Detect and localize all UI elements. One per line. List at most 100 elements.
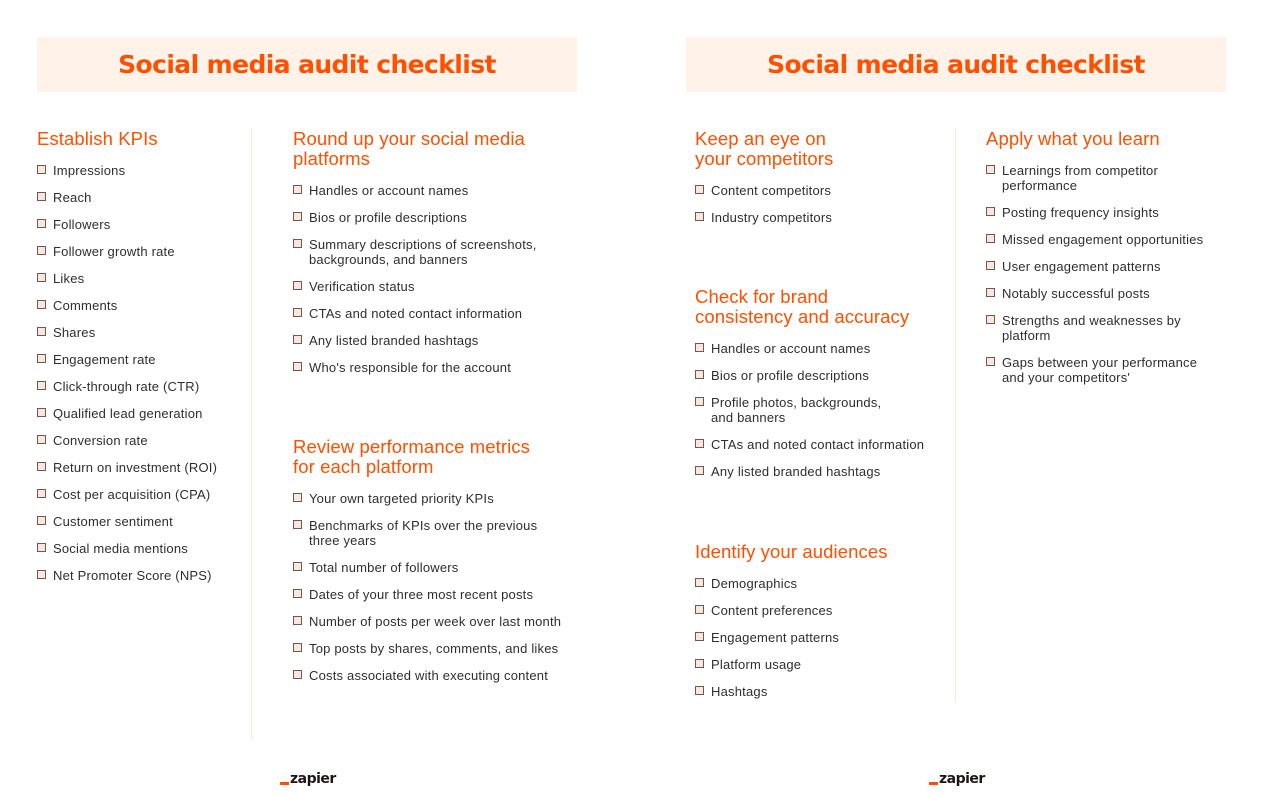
checkbox-icon[interactable] <box>37 327 46 336</box>
checklist-page-1: Social media audit checklist Establish K… <box>0 0 600 796</box>
checkbox-icon[interactable] <box>695 632 704 641</box>
title-banner: Social media audit checklist <box>686 37 1226 92</box>
checkbox-icon[interactable] <box>37 300 46 309</box>
checkbox-icon[interactable] <box>37 246 46 255</box>
logo-underscore-mark <box>280 782 289 785</box>
checklist-item: Top posts by shares, comments, and likes <box>293 641 583 656</box>
text-line: Qualified lead generation <box>53 406 203 421</box>
checkbox-icon[interactable] <box>695 605 704 614</box>
checkbox-icon[interactable] <box>986 234 995 243</box>
checkbox-icon[interactable] <box>293 520 302 529</box>
text-line: backgrounds, and banners <box>309 252 468 267</box>
checkbox-icon[interactable] <box>37 408 46 417</box>
text-line: Top posts by shares, comments, and likes <box>309 641 559 656</box>
checkbox-icon[interactable] <box>293 212 302 221</box>
checklist: Handles or account names Bios or profile … <box>293 183 583 375</box>
text-line: Number of posts per week over last month <box>309 614 562 629</box>
checkbox-icon[interactable] <box>37 381 46 390</box>
checkbox-icon[interactable] <box>37 192 46 201</box>
checklist-item: Follower growth rate <box>37 244 247 259</box>
checkbox-icon[interactable] <box>986 357 995 366</box>
section-establish-kpis: Establish KPIs Impressions Reach Followers F… <box>37 129 247 595</box>
text-line: Strengths and weaknesses by <box>1002 313 1181 328</box>
text-line: Check for brand <box>695 286 829 307</box>
checkbox-icon[interactable] <box>293 589 302 598</box>
checkbox-icon[interactable] <box>37 219 46 228</box>
checklist-item: Number of posts per week over last month <box>293 614 583 629</box>
checkbox-icon[interactable] <box>986 165 995 174</box>
text-line: CTAs and noted contact information <box>309 306 523 321</box>
checkbox-icon[interactable] <box>695 397 704 406</box>
checkbox-icon[interactable] <box>293 281 302 290</box>
checklist-item: Engagement rate <box>37 352 247 367</box>
text-line: Dates of your three most recent posts <box>309 587 534 602</box>
text-line: Content preferences <box>711 603 833 618</box>
text-line: Handles or account names <box>711 341 871 356</box>
text-line: Social media mentions <box>53 541 188 556</box>
logo-text: zapier <box>939 771 985 787</box>
checklist-item: CTAs and noted contact information <box>695 437 950 452</box>
text-line: Click-through rate (CTR) <box>53 379 200 394</box>
checkbox-icon[interactable] <box>293 335 302 344</box>
checkbox-icon[interactable] <box>293 616 302 625</box>
checkbox-icon[interactable] <box>695 343 704 352</box>
checklist-item: Dates of your three most recent posts <box>293 587 583 602</box>
checklist-item: Strengths and weaknesses by platform <box>986 313 1246 343</box>
checklist-item: Customer sentiment <box>37 514 247 529</box>
checkbox-icon[interactable] <box>293 362 302 371</box>
checkbox-icon[interactable] <box>293 185 302 194</box>
text-line: Impressions <box>53 163 126 178</box>
checkbox-icon[interactable] <box>695 212 704 221</box>
checklist-item: Likes <box>37 271 247 286</box>
text-line: Bios or profile descriptions <box>309 210 468 225</box>
text-line: Followers <box>53 217 111 232</box>
checkbox-icon[interactable] <box>37 543 46 552</box>
checkbox-icon[interactable] <box>293 239 302 248</box>
checkbox-icon[interactable] <box>695 370 704 379</box>
text-line: Handles or account names <box>309 183 469 198</box>
checklist-item: Shares <box>37 325 247 340</box>
checkbox-icon[interactable] <box>37 165 46 174</box>
checkbox-icon[interactable] <box>695 578 704 587</box>
text-line: Your own targeted priority KPIs <box>309 491 494 506</box>
section-brand-consistency: Check for brand consistency and accuracy H… <box>695 287 950 491</box>
checkbox-icon[interactable] <box>37 570 46 579</box>
text-line: Who's responsible for the account <box>309 360 512 375</box>
text-line: platform <box>1002 328 1051 343</box>
checklist-item: Your own targeted priority KPIs <box>293 491 583 506</box>
logo-underscore-mark <box>929 782 938 785</box>
checkbox-icon[interactable] <box>695 659 704 668</box>
checkbox-icon[interactable] <box>37 489 46 498</box>
checkbox-icon[interactable] <box>37 435 46 444</box>
section-heading: Check for brand consistency and accuracy <box>695 287 950 327</box>
checkbox-icon[interactable] <box>986 315 995 324</box>
checklist-item: Demographics <box>695 576 950 591</box>
text-line: Content competitors <box>711 183 832 198</box>
checklist-item: Cost per acquisition (CPA) <box>37 487 247 502</box>
checkbox-icon[interactable] <box>37 462 46 471</box>
text-line: Engagement patterns <box>711 630 840 645</box>
checkbox-icon[interactable] <box>695 439 704 448</box>
checkbox-icon[interactable] <box>695 466 704 475</box>
checkbox-icon[interactable] <box>37 516 46 525</box>
checkbox-icon[interactable] <box>293 308 302 317</box>
checklist-item: Verification status <box>293 279 583 294</box>
checkbox-icon[interactable] <box>986 261 995 270</box>
checkbox-icon[interactable] <box>293 493 302 502</box>
checkbox-icon[interactable] <box>37 354 46 363</box>
text-line: Round up your social media <box>293 128 525 149</box>
checkbox-icon[interactable] <box>293 643 302 652</box>
checkbox-icon[interactable] <box>293 562 302 571</box>
checkbox-icon[interactable] <box>37 273 46 282</box>
text-line: Posting frequency insights <box>1002 205 1159 220</box>
checklist-item: Bios or profile descriptions <box>293 210 583 225</box>
section-identify-audiences: Identify your audiences Demographics Conte… <box>695 542 950 711</box>
checkbox-icon[interactable] <box>986 207 995 216</box>
checklist-item: Who's responsible for the account <box>293 360 583 375</box>
checkbox-icon[interactable] <box>986 288 995 297</box>
checkbox-icon[interactable] <box>293 670 302 679</box>
checkbox-icon[interactable] <box>695 686 704 695</box>
checklist-item: Social media mentions <box>37 541 247 556</box>
text-line: CTAs and noted contact information <box>711 437 925 452</box>
checkbox-icon[interactable] <box>695 185 704 194</box>
